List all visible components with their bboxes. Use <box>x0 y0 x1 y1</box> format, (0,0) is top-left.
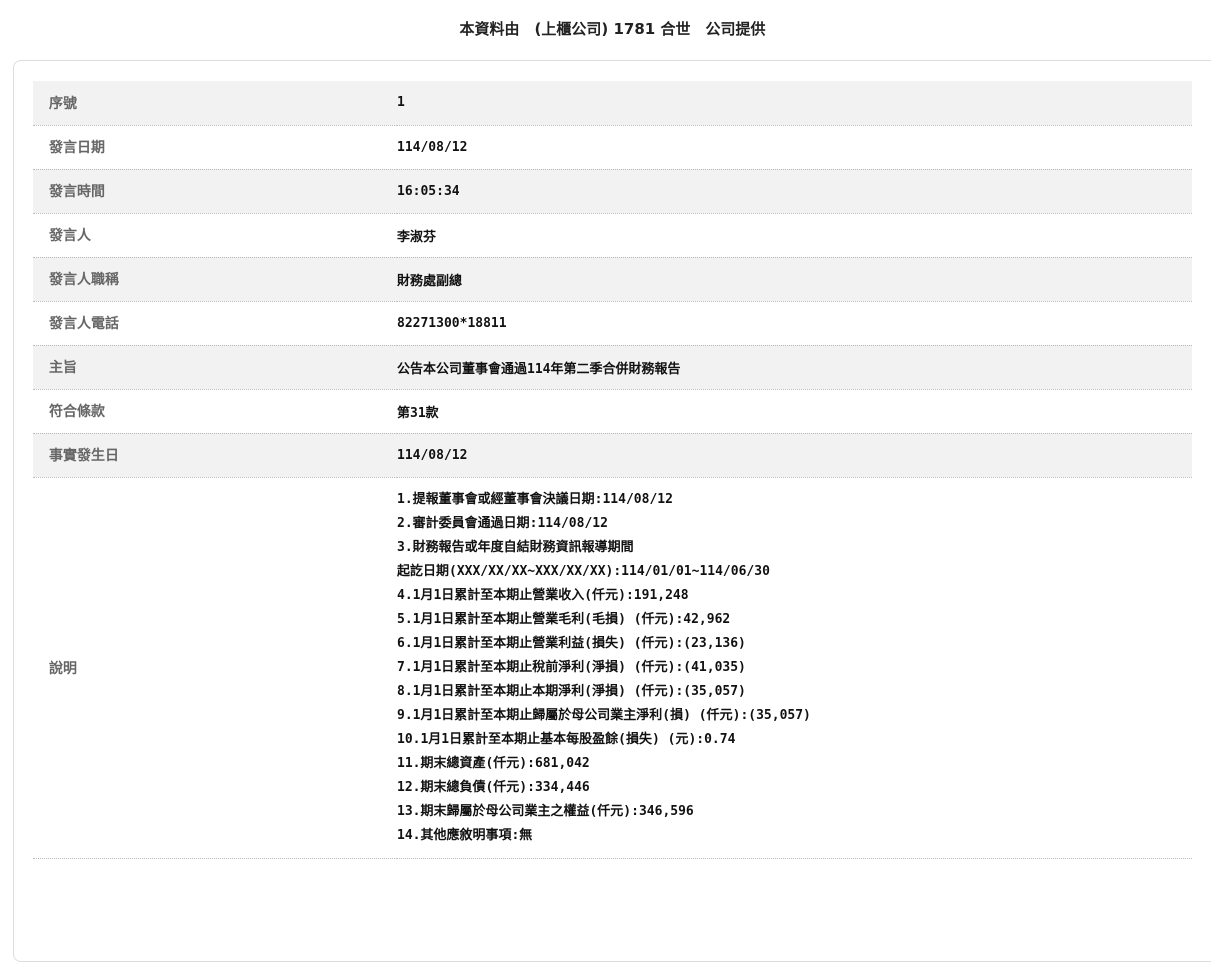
row-label: 符合條款 <box>33 389 397 434</box>
description-line: 5.1月1日累計至本期止營業毛利(毛損) (仟元):42,962 <box>397 611 731 627</box>
row-label: 發言人電話 <box>33 301 397 346</box>
description-row: 說明 1.提報董事會或經董事會決議日期:114/08/12 2.審計委員會通過日期:… <box>33 477 1192 859</box>
row-label: 發言人職稱 <box>33 257 397 302</box>
description-line: 14.其他應敘明事項:無 <box>397 827 533 843</box>
row-value: 82271300*18811 <box>397 301 1192 346</box>
row-value: 1 <box>397 81 1192 126</box>
row-label: 發言人 <box>33 213 397 258</box>
row-label: 發言日期 <box>33 125 397 170</box>
description-line: 4.1月1日累計至本期止營業收入(仟元):191,248 <box>397 587 689 603</box>
description-line: 起訖日期(XXX/XX/XX~XXX/XX/XX):114/01/01~114/… <box>397 563 770 579</box>
description-line: 6.1月1日累計至本期止營業利益(損失) (仟元):(23,136) <box>397 635 746 651</box>
row-label: 主旨 <box>33 345 397 390</box>
page-title: 本資料由 (上櫃公司) 1781 合世 公司提供 <box>459 20 766 38</box>
description-line: 8.1月1日累計至本期止本期淨利(淨損) (仟元):(35,057) <box>397 683 746 699</box>
row-value: 第31款 <box>397 389 1192 434</box>
table-row: 發言人職稱 財務處副總 <box>33 257 1192 302</box>
table-row: 發言時間 16:05:34 <box>33 169 1192 214</box>
description-line: 9.1月1日累計至本期止歸屬於母公司業主淨利(損) (仟元):(35,057) <box>397 707 811 723</box>
announcement-table: 序號 1 發言日期 114/08/12 發言時間 16:05:34 發言人 李淑芬 發言人職稱財… <box>33 81 1192 859</box>
table-row: 發言人電話 82271300*18811 <box>33 301 1192 346</box>
description-line: 11.期末總資產(仟元):681,042 <box>397 755 590 771</box>
description-line: 10.1月1日累計至本期止基本每股盈餘(損失) (元):0.74 <box>397 731 736 747</box>
row-value: 公告本公司董事會通過114年第二季合併財務報告 <box>397 345 1192 390</box>
row-value: 114/08/12 <box>397 433 1192 478</box>
table-row: 序號 1 <box>33 81 1192 126</box>
table-row: 發言人 李淑芬 <box>33 213 1192 258</box>
row-value: 16:05:34 <box>397 169 1192 214</box>
description-line: 2.審計委員會通過日期:114/08/12 <box>397 515 608 531</box>
description-line: 1.提報董事會或經董事會決議日期:114/08/12 <box>397 491 673 507</box>
description-line: 3.財務報告或年度自結財務資訊報導期間 <box>397 539 634 555</box>
table-row: 主旨 公告本公司董事會通過114年第二季合併財務報告 <box>33 345 1192 390</box>
description-line: 13.期末歸屬於母公司業主之權益(仟元):346,596 <box>397 803 694 819</box>
table-row: 符合條款 第31款 <box>33 389 1192 434</box>
table-row: 發言日期 114/08/12 <box>33 125 1192 170</box>
description-line: 12.期末總負債(仟元):334,446 <box>397 779 590 795</box>
description-value: 1.提報董事會或經董事會決議日期:114/08/12 2.審計委員會通過日期:11… <box>397 477 1192 859</box>
row-label: 事實發生日 <box>33 433 397 478</box>
row-label: 發言時間 <box>33 169 397 214</box>
description-line: 7.1月1日累計至本期止稅前淨利(淨損) (仟元):(41,035) <box>397 659 746 675</box>
row-value: 財務處副總 <box>397 257 1192 302</box>
table-row: 事實發生日 114/08/12 <box>33 433 1192 478</box>
row-value: 114/08/12 <box>397 125 1192 170</box>
row-value: 李淑芬 <box>397 213 1192 258</box>
row-label: 序號 <box>33 81 397 126</box>
row-label: 說明 <box>33 477 397 859</box>
